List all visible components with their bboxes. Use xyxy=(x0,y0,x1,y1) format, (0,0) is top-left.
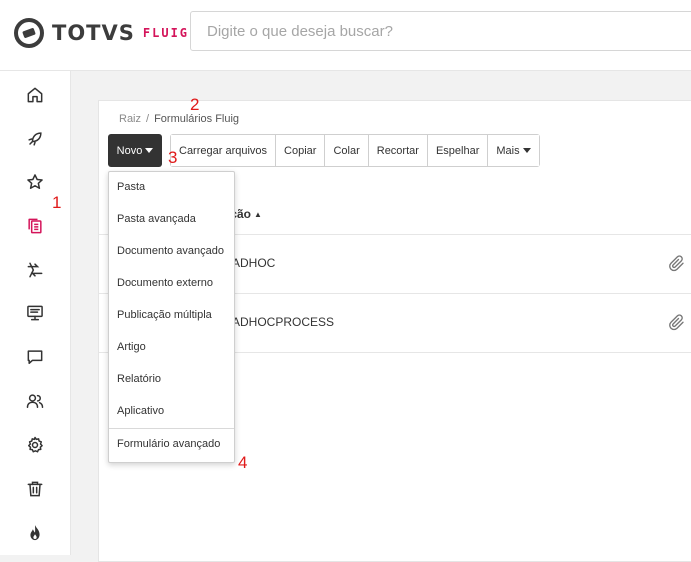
gear-icon[interactable] xyxy=(23,433,47,457)
annotation-1: 1 xyxy=(52,193,62,212)
chat-icon[interactable] xyxy=(23,345,47,369)
document-name[interactable]: ADHOCPROCESS xyxy=(232,315,334,329)
menu-item-publicacao-multipla[interactable]: Publicação múltipla xyxy=(117,309,212,321)
menu-item-relatorio[interactable]: Relatório xyxy=(117,373,161,385)
document-name[interactable]: ADHOC xyxy=(232,256,275,270)
menu-item-pasta[interactable]: Pasta xyxy=(117,181,145,193)
sort-icon: ▲ xyxy=(254,210,262,220)
paperclip-icon[interactable] xyxy=(668,314,686,332)
sidebar xyxy=(0,71,71,555)
logo-text: TOTVS xyxy=(52,21,135,45)
mais-button-label: Mais xyxy=(496,144,520,157)
carregar-arquivos-button[interactable]: Carregar arquivos xyxy=(171,135,277,166)
toolbar-button-group: Carregar arquivos Copiar Colar Recortar … xyxy=(170,134,540,167)
novo-button-label: Novo xyxy=(116,144,143,157)
breadcrumb-root[interactable]: Raiz xyxy=(119,113,141,125)
search-input[interactable] xyxy=(190,11,691,51)
totvs-fluig-logo[interactable]: TOTVS FLUIG xyxy=(14,16,189,50)
menu-item-documento-externo[interactable]: Documento externo xyxy=(117,277,213,289)
caret-down-icon xyxy=(522,148,531,153)
logo-subtext: FLUIG xyxy=(142,26,190,40)
novo-dropdown-menu: Pasta Pasta avançada Documento avançado … xyxy=(108,171,235,463)
home-icon[interactable] xyxy=(23,83,47,107)
flame-icon[interactable] xyxy=(23,521,47,545)
novo-button[interactable]: Novo xyxy=(108,134,162,167)
menu-item-aplicativo[interactable]: Aplicativo xyxy=(117,405,164,417)
breadcrumb-separator: / xyxy=(146,113,150,125)
copiar-button[interactable]: Copiar xyxy=(276,135,326,166)
paperclip-icon[interactable] xyxy=(668,255,686,273)
totvs-logo-icon xyxy=(14,18,44,48)
annotation-3: 3 xyxy=(168,148,178,167)
mais-button[interactable]: Mais xyxy=(488,135,539,166)
annotation-2: 2 xyxy=(190,95,200,114)
users-icon[interactable] xyxy=(23,389,47,413)
documents-icon[interactable] xyxy=(23,214,47,238)
breadcrumb: Raiz / Formulários Fluig xyxy=(119,113,239,125)
recortar-button[interactable]: Recortar xyxy=(368,135,428,166)
annotation-4: 4 xyxy=(238,453,248,472)
menu-item-formulario-avancado[interactable]: Formulário avançado xyxy=(117,438,220,450)
rocket-icon[interactable] xyxy=(23,127,47,151)
caret-down-icon xyxy=(145,148,154,153)
menu-divider xyxy=(109,428,234,429)
top-header: TOTVS FLUIG xyxy=(0,0,691,71)
star-icon[interactable] xyxy=(23,170,47,194)
trash-icon[interactable] xyxy=(23,477,47,501)
menu-item-artigo[interactable]: Artigo xyxy=(117,341,146,353)
colar-button[interactable]: Colar xyxy=(325,135,369,166)
menu-item-pasta-avancada[interactable]: Pasta avançada xyxy=(117,213,196,225)
process-arrows-icon[interactable] xyxy=(23,258,47,282)
espelhar-button[interactable]: Espelhar xyxy=(427,135,489,166)
menu-item-documento-avancado[interactable]: Documento avançado xyxy=(117,245,224,257)
presentation-icon[interactable] xyxy=(23,301,47,325)
